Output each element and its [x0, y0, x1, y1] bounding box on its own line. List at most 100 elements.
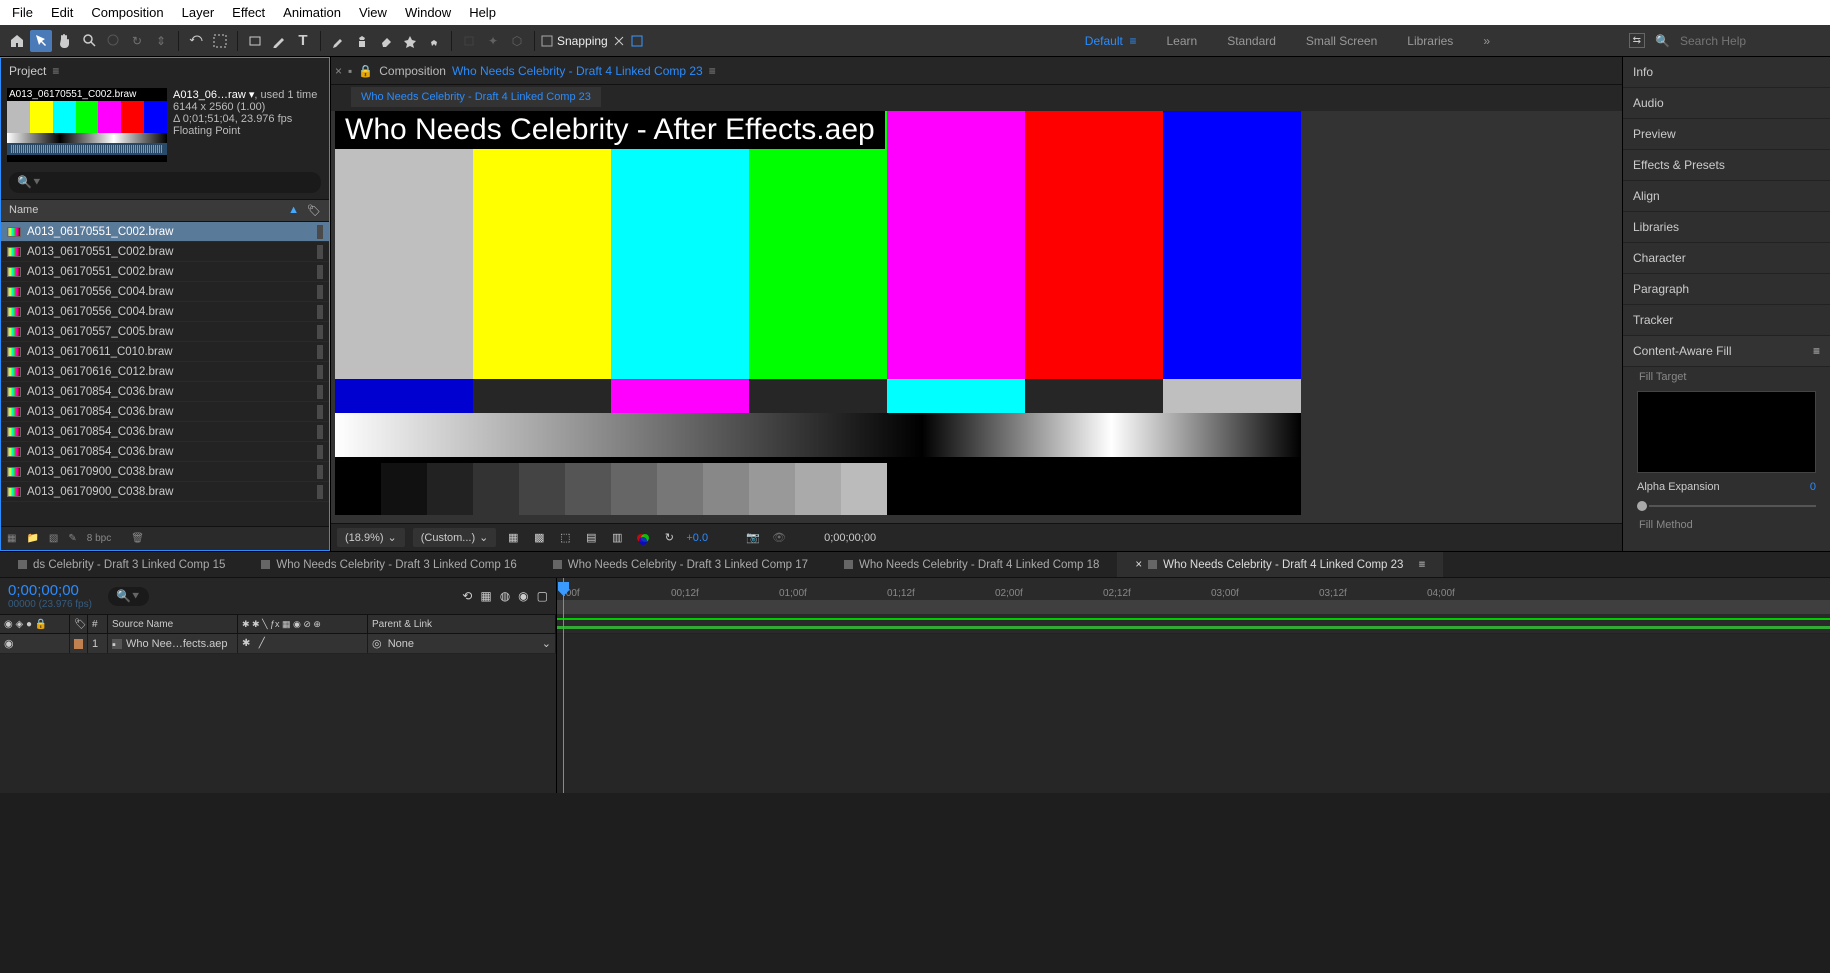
panel-menu-icon[interactable]: ≡ — [1813, 344, 1820, 358]
project-item[interactable]: A013_06170900_C038.braw — [1, 482, 329, 502]
project-item[interactable]: A013_06170854_C036.braw — [1, 442, 329, 462]
menu-effect[interactable]: Effect — [224, 2, 273, 23]
project-item[interactable]: A013_06170551_C002.braw — [1, 262, 329, 282]
project-item[interactable]: A013_06170551_C002.braw — [1, 222, 329, 242]
project-item[interactable]: A013_06170556_C004.braw — [1, 302, 329, 322]
timeline-tab[interactable]: Who Needs Celebrity - Draft 3 Linked Com… — [243, 552, 534, 577]
project-item[interactable]: A013_06170556_C004.braw — [1, 282, 329, 302]
project-item[interactable]: A013_06170551_C002.braw — [1, 242, 329, 262]
reset-exposure-icon[interactable]: ↻ — [660, 529, 678, 547]
tl-motion-blur-icon[interactable]: ◍ — [500, 589, 510, 603]
sort-icon[interactable]: ▲ — [288, 204, 299, 217]
toggle-mask-icon[interactable]: ▩ — [530, 529, 548, 547]
panel-libraries[interactable]: Libraries — [1623, 212, 1830, 243]
close-tab-icon[interactable]: × — [1135, 559, 1142, 571]
trash-icon[interactable]: 🗑 — [131, 533, 144, 544]
panel-align[interactable]: Align — [1623, 181, 1830, 212]
timeline-playhead[interactable] — [563, 578, 564, 793]
zoom-tool-icon[interactable] — [78, 30, 100, 52]
panel-tracker[interactable]: Tracker — [1623, 305, 1830, 336]
menu-layer[interactable]: Layer — [174, 2, 223, 23]
adjustment-icon[interactable]: ✎ — [68, 533, 76, 544]
3d-tool3-icon[interactable]: ⬡ — [506, 30, 528, 52]
rotate-tool-icon[interactable]: ↻ — [126, 30, 148, 52]
comp-close-icon[interactable]: × — [335, 64, 342, 78]
3d-tool2-icon[interactable]: ✦ — [482, 30, 504, 52]
eraser-tool-icon[interactable] — [375, 30, 397, 52]
timeline-layer-row[interactable]: ◉ 1 ▪Who Nee…fects.aep ✱ ╱ ◎ None⌄ — [0, 634, 556, 654]
panel-paragraph[interactable]: Paragraph — [1623, 274, 1830, 305]
workspace-standard[interactable]: Standard — [1227, 34, 1276, 48]
project-tab[interactable]: Project — [9, 64, 46, 78]
lock-icon[interactable]: 🔒 — [358, 64, 373, 78]
timeline-tab[interactable]: × Who Needs Celebrity - Draft 4 Linked C… — [1117, 552, 1443, 577]
channel-icon[interactable] — [634, 529, 652, 547]
menu-view[interactable]: View — [351, 2, 395, 23]
zoom-dropdown[interactable]: (18.9%) ⌄ — [337, 528, 405, 547]
resolution-dropdown[interactable]: (Custom...) ⌄ — [413, 528, 497, 547]
panel-character[interactable]: Character — [1623, 243, 1830, 274]
interpret-icon[interactable]: ▦ — [7, 533, 16, 544]
orbit-tool-icon[interactable] — [102, 30, 124, 52]
project-item[interactable]: A013_06170854_C036.braw — [1, 422, 329, 442]
timeline-tab[interactable]: ds Celebrity - Draft 3 Linked Comp 15 — [0, 552, 243, 577]
menu-help[interactable]: Help — [461, 2, 504, 23]
panel-effects[interactable]: Effects & Presets — [1623, 150, 1830, 181]
workspace-learn[interactable]: Learn — [1167, 34, 1198, 48]
camera-tool-icon[interactable]: ⇕ — [150, 30, 172, 52]
timeline-layer-bar[interactable] — [557, 614, 1830, 634]
roto-brush-icon[interactable] — [399, 30, 421, 52]
menu-animation[interactable]: Animation — [275, 2, 349, 23]
rectangle-tool-icon[interactable] — [244, 30, 266, 52]
new-comp-icon[interactable]: ▧ — [49, 533, 58, 544]
panel-caf[interactable]: Content-Aware Fill≡ — [1623, 336, 1830, 367]
menu-composition[interactable]: Composition — [83, 2, 171, 23]
workspace-more-icon[interactable]: » — [1483, 34, 1490, 48]
tl-draft3d-icon[interactable]: ▢ — [537, 589, 548, 603]
text-tool-icon[interactable]: T — [292, 30, 314, 52]
snapping-toggle[interactable]: Snapping — [541, 34, 644, 48]
tl-frame-blend-icon[interactable]: ▦ — [480, 589, 491, 603]
project-item[interactable]: A013_06170557_C005.braw — [1, 322, 329, 342]
workspace-libraries[interactable]: Libraries — [1407, 34, 1453, 48]
tl-shy-icon[interactable]: ⟲ — [462, 589, 472, 603]
timeline-track-area[interactable]: :00f00;12f01;00f01;12f02;00f02;12f03;00f… — [557, 578, 1830, 793]
menu-window[interactable]: Window — [397, 2, 459, 23]
timeline-current-time[interactable]: 0;00;00;00 — [8, 582, 92, 599]
project-search-input[interactable]: 🔍⯆ — [9, 172, 321, 193]
composition-viewer[interactable]: Who Needs Celebrity - After Effects.aep — [335, 111, 1301, 515]
folder-icon[interactable]: 📁 — [26, 533, 38, 544]
project-item[interactable]: A013_06170854_C036.braw — [1, 382, 329, 402]
region-icon[interactable]: ⬚ — [556, 529, 574, 547]
puppet-tool-icon[interactable] — [423, 30, 445, 52]
3d-tool-icon[interactable] — [458, 30, 480, 52]
timeline-tab[interactable]: Who Needs Celebrity - Draft 3 Linked Com… — [535, 552, 826, 577]
alpha-expansion-slider[interactable] — [1637, 501, 1816, 511]
panel-preview[interactable]: Preview — [1623, 119, 1830, 150]
anchor-tool-icon[interactable] — [209, 30, 231, 52]
project-item[interactable]: A013_06170854_C036.braw — [1, 402, 329, 422]
menu-edit[interactable]: Edit — [43, 2, 81, 23]
guides-icon[interactable]: ▥ — [608, 529, 626, 547]
menu-file[interactable]: File — [4, 2, 41, 23]
label-col-icon[interactable]: 🏷 — [307, 204, 321, 217]
search-help-input[interactable] — [1680, 34, 1820, 48]
snapshot-icon[interactable]: 📷 — [744, 529, 762, 547]
panel-audio[interactable]: Audio — [1623, 88, 1830, 119]
hand-tool-icon[interactable] — [54, 30, 76, 52]
alpha-expansion-value[interactable]: 0 — [1810, 481, 1816, 493]
panel-info[interactable]: Info — [1623, 57, 1830, 88]
workspace-smallscreen[interactable]: Small Screen — [1306, 34, 1377, 48]
exposure-value[interactable]: +0.0 — [686, 532, 708, 544]
home-icon[interactable] — [6, 30, 28, 52]
toggle-transparency-icon[interactable]: ▦ — [504, 529, 522, 547]
grid-icon[interactable]: ▤ — [582, 529, 600, 547]
tab-menu-icon[interactable]: ≡ — [1419, 559, 1426, 571]
project-item[interactable]: A013_06170900_C038.braw — [1, 462, 329, 482]
pen-tool-icon[interactable] — [268, 30, 290, 52]
selection-tool-icon[interactable] — [30, 30, 52, 52]
snap-opt-icon[interactable] — [612, 34, 626, 48]
show-snapshot-icon[interactable]: 👁 — [770, 529, 788, 547]
tl-graph-icon[interactable]: ◉ — [518, 589, 528, 603]
comp-pin-icon[interactable]: ▪ — [348, 64, 352, 78]
